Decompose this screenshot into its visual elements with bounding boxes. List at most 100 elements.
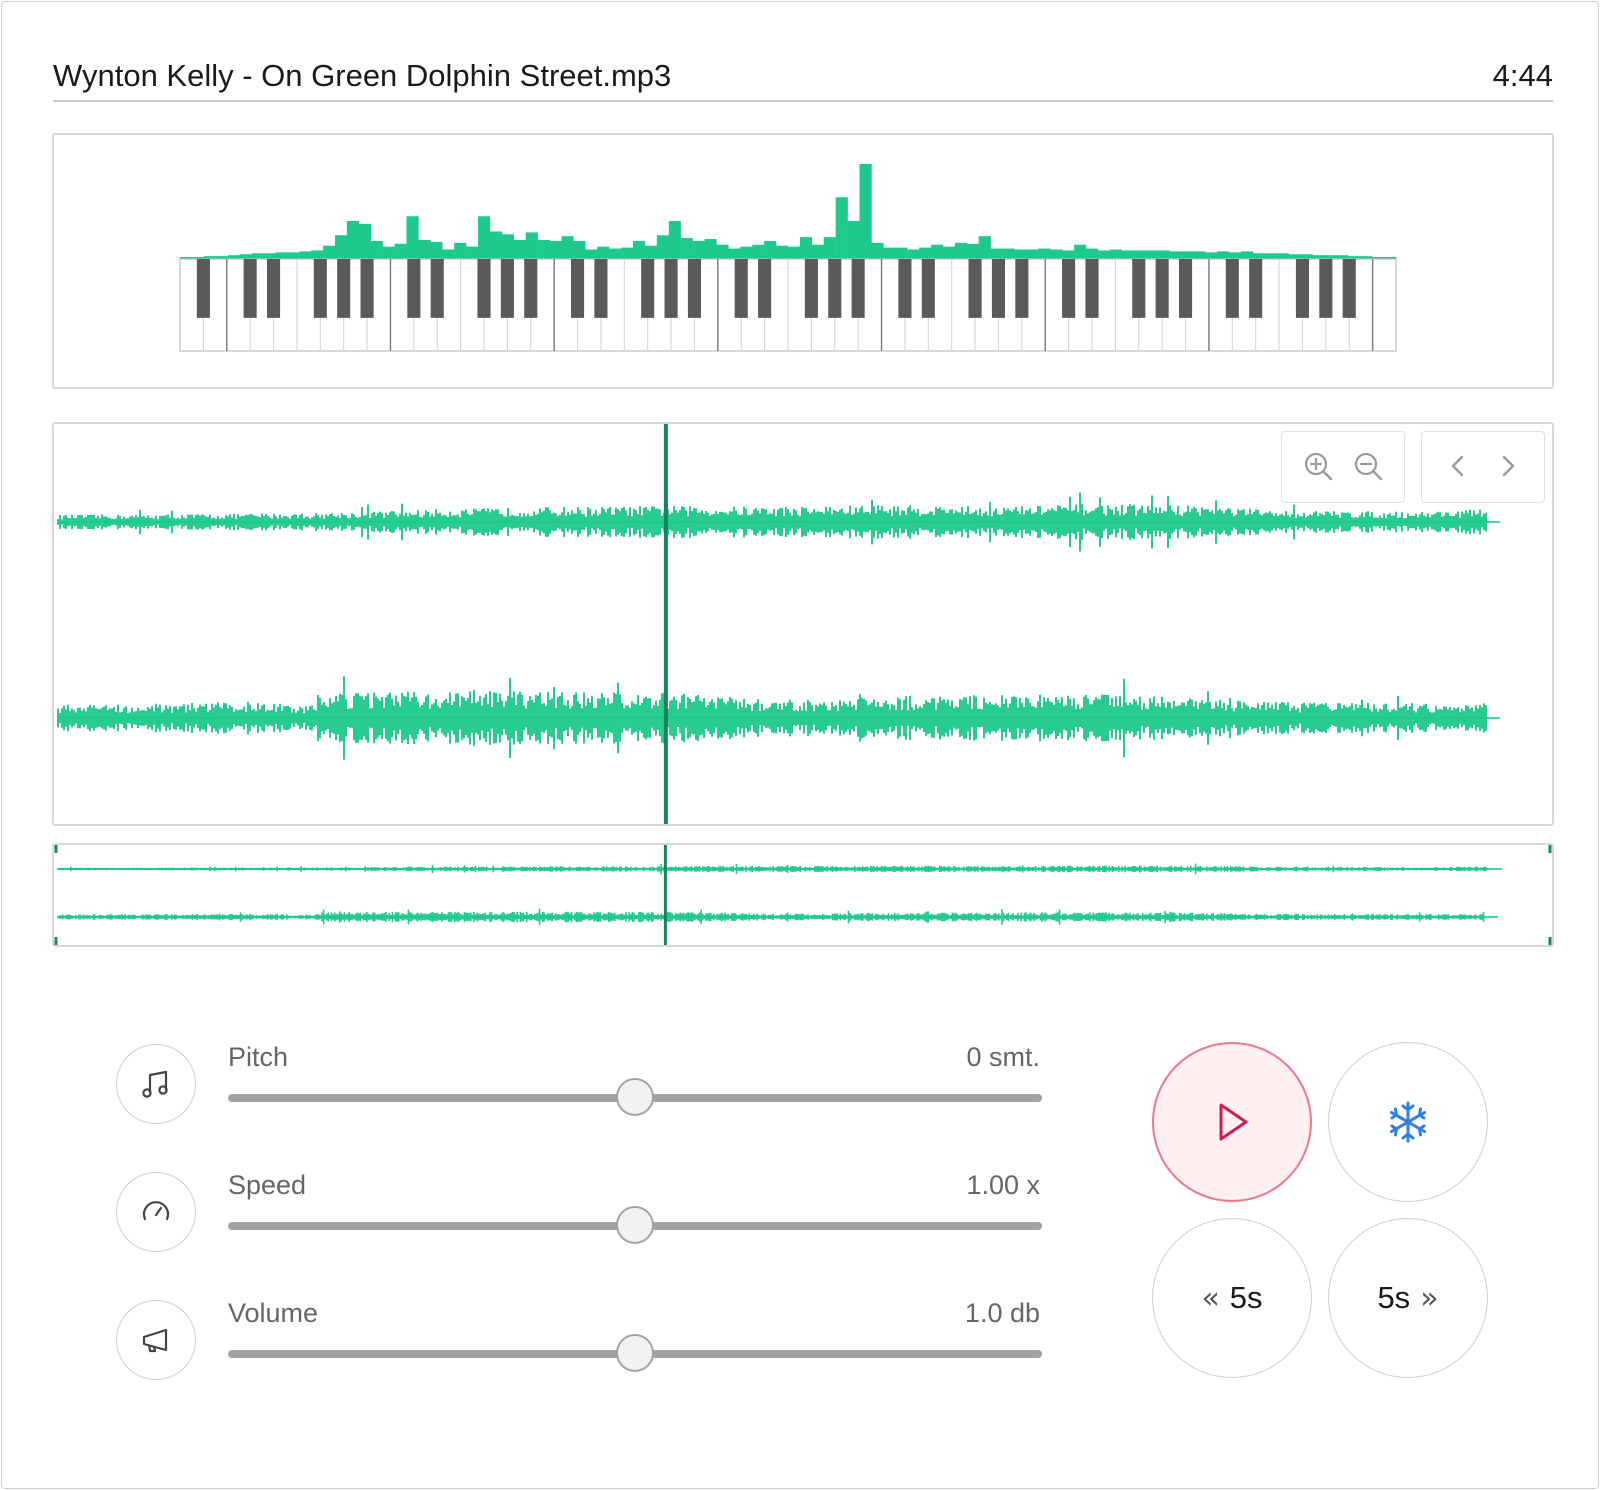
speed-slider-thumb[interactable] bbox=[616, 1206, 654, 1244]
black-key[interactable] bbox=[196, 259, 210, 318]
spectrum-bar bbox=[382, 246, 395, 259]
black-key[interactable] bbox=[1132, 259, 1146, 318]
viewport-handles[interactable] bbox=[54, 845, 1552, 945]
spectrum-bar bbox=[966, 243, 979, 259]
spectrum-bar bbox=[764, 240, 777, 259]
spectrum-bar bbox=[346, 221, 360, 259]
black-key[interactable] bbox=[851, 259, 865, 318]
black-key[interactable] bbox=[1319, 259, 1333, 318]
play-button[interactable] bbox=[1152, 1042, 1312, 1202]
black-key[interactable] bbox=[1225, 259, 1239, 318]
volume-slider[interactable] bbox=[228, 1334, 1042, 1372]
rewind-label: 5s bbox=[1229, 1280, 1263, 1315]
pitch-spectrum bbox=[180, 164, 1397, 259]
overview-playhead[interactable] bbox=[663, 845, 667, 945]
spectrum-bar bbox=[1014, 249, 1027, 259]
volume-reset-button[interactable] bbox=[116, 1300, 196, 1380]
spectrum-bar bbox=[1181, 251, 1194, 259]
spectrum-bar bbox=[704, 239, 717, 259]
black-key[interactable] bbox=[266, 259, 281, 318]
piano-keyboard[interactable] bbox=[54, 135, 1552, 387]
black-key[interactable] bbox=[570, 259, 585, 318]
black-key[interactable] bbox=[407, 259, 421, 318]
spectrum-bar bbox=[1241, 251, 1254, 259]
black-key[interactable] bbox=[1015, 259, 1029, 318]
speed-value: 1.00 x bbox=[966, 1170, 1040, 1200]
spectrum-bar bbox=[1264, 253, 1277, 259]
spectrum-bar bbox=[978, 236, 991, 259]
spectrum-bar bbox=[609, 248, 622, 259]
spectrum-bar bbox=[239, 254, 252, 259]
black-key[interactable] bbox=[991, 259, 1006, 318]
pitch-slider-thumb[interactable] bbox=[616, 1078, 654, 1116]
black-key[interactable] bbox=[828, 259, 842, 318]
black-key[interactable] bbox=[1249, 259, 1263, 318]
speed-slider[interactable] bbox=[228, 1206, 1042, 1244]
app-window: Wynton Kelly - On Green Dolphin Street.m… bbox=[1, 1, 1599, 1489]
spectrum-bar bbox=[835, 197, 848, 259]
rewind-5s-button[interactable]: « 5s bbox=[1152, 1218, 1312, 1378]
spectrum-bar bbox=[954, 242, 968, 259]
black-key[interactable] bbox=[921, 259, 935, 318]
spectrum-bar bbox=[489, 231, 503, 259]
spectrum-bar bbox=[633, 240, 646, 259]
black-key[interactable] bbox=[313, 259, 327, 318]
spectrum-bar bbox=[919, 247, 932, 259]
spectrum-bar bbox=[716, 244, 729, 259]
black-key[interactable] bbox=[430, 259, 444, 318]
scroll-left-button[interactable] bbox=[1438, 446, 1478, 486]
black-key[interactable] bbox=[477, 259, 491, 318]
spectrum-bar bbox=[287, 252, 300, 259]
pitch-slider[interactable] bbox=[228, 1078, 1042, 1116]
black-key[interactable] bbox=[500, 259, 514, 318]
pitch-reset-button[interactable] bbox=[116, 1044, 196, 1124]
spectrum-bar bbox=[871, 242, 884, 259]
black-key[interactable] bbox=[804, 259, 818, 318]
black-key[interactable] bbox=[1155, 259, 1169, 318]
spectrum-bar bbox=[1145, 250, 1158, 259]
forward-5s-button[interactable]: 5s » bbox=[1328, 1218, 1488, 1378]
spectrum-bar bbox=[1086, 248, 1099, 259]
spectrum-bar bbox=[728, 248, 741, 259]
volume-slider-thumb[interactable] bbox=[616, 1334, 654, 1372]
zoom-in-button[interactable] bbox=[1298, 446, 1338, 486]
speed-reset-button[interactable] bbox=[116, 1172, 196, 1252]
pitch-control: Pitch 0 smt. bbox=[114, 1042, 1044, 1132]
black-key[interactable] bbox=[1062, 259, 1076, 318]
spectrum-bar bbox=[811, 244, 824, 259]
black-key[interactable] bbox=[968, 259, 982, 318]
black-key[interactable] bbox=[641, 259, 655, 318]
spectrum-bar bbox=[1288, 254, 1301, 259]
snowflake-icon bbox=[1390, 1101, 1426, 1143]
black-key[interactable] bbox=[524, 259, 538, 318]
black-key[interactable] bbox=[360, 259, 374, 318]
spectrum-bar bbox=[585, 249, 598, 259]
black-key[interactable] bbox=[243, 259, 257, 318]
black-key[interactable] bbox=[687, 259, 702, 318]
black-key[interactable] bbox=[594, 259, 608, 318]
overview-waveform[interactable] bbox=[54, 845, 1552, 945]
black-key[interactable] bbox=[1342, 259, 1356, 318]
black-key[interactable] bbox=[1085, 259, 1099, 318]
spectrum-bar bbox=[990, 248, 1003, 259]
overview-waveform-panel[interactable] bbox=[52, 843, 1554, 947]
freeze-button[interactable] bbox=[1328, 1042, 1488, 1202]
scroll-right-button[interactable] bbox=[1488, 446, 1528, 486]
spectrum-bar bbox=[370, 240, 383, 259]
spectrum-bar bbox=[799, 237, 813, 259]
black-key[interactable] bbox=[1295, 259, 1310, 318]
black-key[interactable] bbox=[734, 259, 748, 318]
overview-right-channel bbox=[57, 908, 1498, 926]
playhead[interactable] bbox=[663, 424, 668, 824]
spectrum-bar bbox=[478, 216, 491, 259]
spectrum-bar bbox=[394, 243, 407, 259]
black-key[interactable] bbox=[337, 259, 351, 318]
spectrum-bar bbox=[501, 234, 515, 259]
zoom-out-button[interactable] bbox=[1348, 446, 1388, 486]
spectrum-bar bbox=[823, 237, 836, 259]
black-key[interactable] bbox=[1178, 259, 1193, 318]
spectrum-bar bbox=[430, 241, 443, 259]
black-key[interactable] bbox=[898, 259, 912, 318]
black-key[interactable] bbox=[758, 259, 772, 318]
black-key[interactable] bbox=[664, 259, 678, 318]
